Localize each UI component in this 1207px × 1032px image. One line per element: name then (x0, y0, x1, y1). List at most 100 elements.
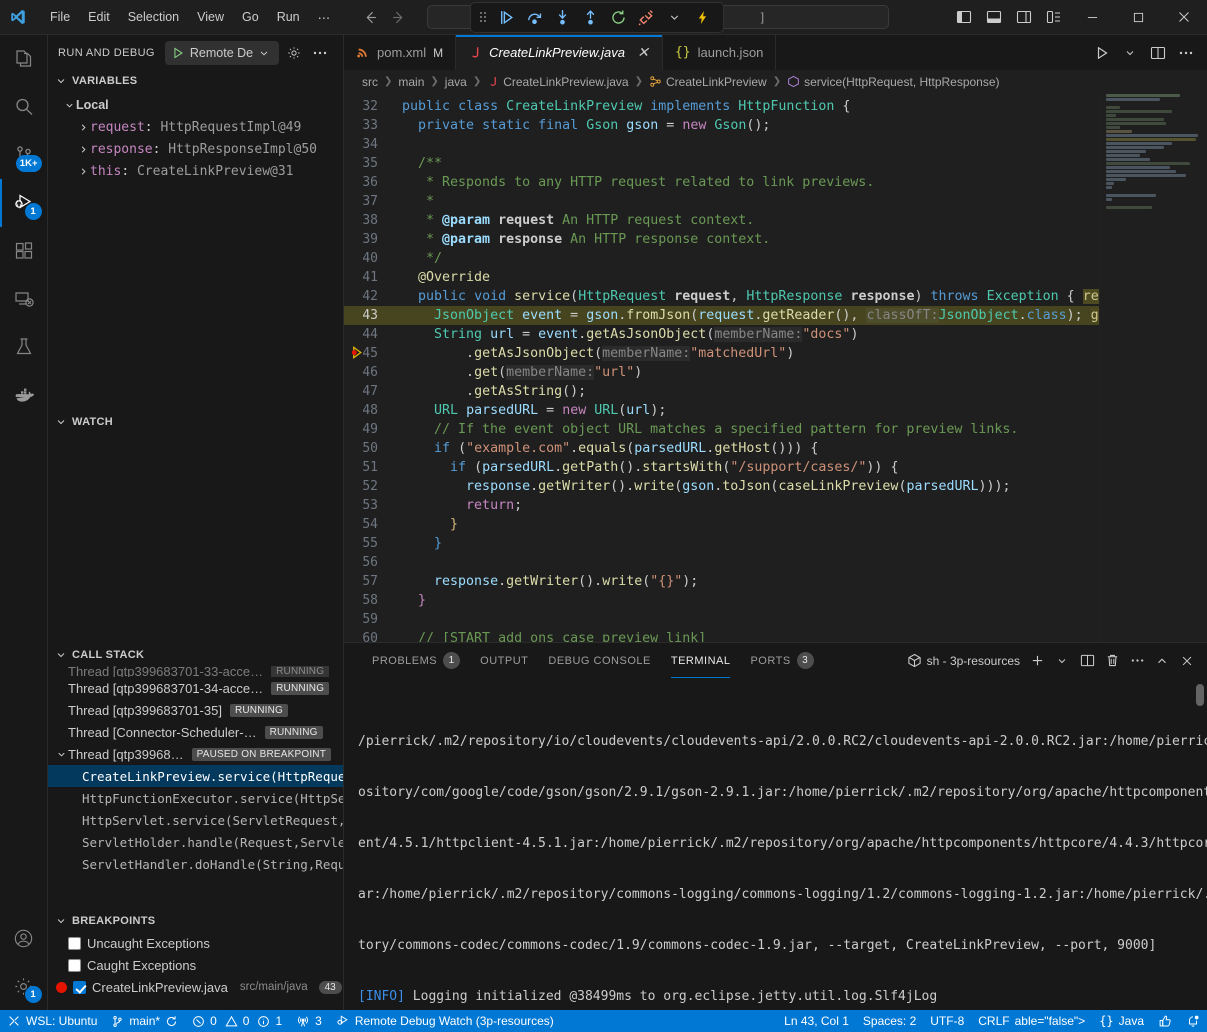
status-branch[interactable]: main* (104, 1010, 185, 1032)
breadcrumb-method[interactable]: service(HttpRequest, HttpResponse) (787, 75, 999, 89)
minimap[interactable] (1099, 93, 1207, 642)
tab-output[interactable]: OUTPUT (470, 643, 538, 678)
menu-run[interactable]: Run (268, 7, 309, 27)
breadcrumb-file[interactable]: CreateLinkPreview.java (487, 75, 628, 89)
breakpoint-row[interactable]: Uncaught Exceptions (48, 932, 343, 954)
tab-launch-json[interactable]: {} launch.json (663, 35, 776, 70)
menu-edit[interactable]: Edit (79, 7, 119, 27)
tab-problems[interactable]: PROBLEMS 1 (362, 643, 470, 678)
variable-row[interactable]: this : CreateLinkPreview@31 (48, 160, 343, 182)
disconnect-button[interactable] (633, 6, 659, 30)
drag-handle-icon[interactable] (479, 10, 489, 26)
close-panel-icon[interactable] (1175, 649, 1199, 673)
variable-row[interactable]: response : HttpResponseImpl@50 (48, 138, 343, 160)
toggle-secondary-sidebar-icon[interactable] (1009, 0, 1039, 35)
split-terminal-icon[interactable] (1075, 649, 1099, 673)
stack-frame[interactable]: HttpServlet.service(ServletRequest,S (48, 809, 343, 831)
sync-icon[interactable] (165, 1015, 178, 1028)
status-debug-session[interactable]: Remote Debug Watch (3p-resources) (329, 1010, 561, 1032)
code-editor[interactable]: 32public class CreateLinkPreview impleme… (344, 93, 1099, 642)
status-indentation[interactable]: Spaces: 2 (856, 1010, 923, 1032)
menu-go[interactable]: Go (233, 7, 268, 27)
call-stack-thread[interactable]: Thread [qtp399683701-33-acce… RUNNING (48, 666, 343, 677)
stack-frame[interactable]: ServletHolder.handle(Request,Servlet (48, 831, 343, 853)
breakpoint-checkbox[interactable] (68, 937, 81, 950)
toggle-panel-icon[interactable] (979, 0, 1009, 35)
section-variables-header[interactable]: VARIABLES (48, 70, 343, 92)
continue-button[interactable] (493, 6, 519, 30)
toggle-primary-sidebar-icon[interactable] (949, 0, 979, 35)
activity-testing[interactable] (0, 323, 48, 371)
breakpoint-row[interactable]: Caught Exceptions (48, 954, 343, 976)
stack-frame[interactable]: CreateLinkPreview.service(HttpReques (48, 765, 343, 787)
menu-view[interactable]: View (188, 7, 233, 27)
restart-button[interactable] (605, 6, 631, 30)
tab-createlinkpreview-java[interactable]: CreateLinkPreview.java ✕ (456, 35, 663, 70)
new-terminal-icon[interactable] (1025, 649, 1049, 673)
call-stack-thread[interactable]: Thread [Connector-Scheduler-… RUNNING (48, 721, 343, 743)
status-feedback[interactable] (1151, 1010, 1179, 1032)
step-over-button[interactable] (521, 6, 547, 30)
breakpoint-row[interactable]: CreateLinkPreview.java src/main/java 43 (48, 976, 343, 998)
run-button[interactable] (1089, 40, 1115, 66)
go-forward-icon[interactable] (385, 6, 411, 28)
terminal-profile-chevron-down-icon[interactable] (1050, 649, 1074, 673)
minimize-button[interactable] (1069, 0, 1115, 35)
menu-file[interactable]: File (41, 7, 79, 27)
breakpoint-checkbox[interactable] (73, 981, 86, 994)
stack-frame[interactable]: ServletHandler.doHandle(String,Reque (48, 853, 343, 875)
stack-frame[interactable]: HttpFunctionExecutor.service(HttpSer (48, 787, 343, 809)
status-problems[interactable]: 0 0 1 (185, 1010, 289, 1032)
activity-docker[interactable] (0, 371, 48, 419)
breadcrumb-src[interactable]: src (362, 75, 378, 89)
activity-accounts[interactable] (0, 914, 48, 962)
activity-manage-settings[interactable]: 1 (0, 962, 48, 1010)
activity-extensions[interactable] (0, 227, 48, 275)
status-remote-indicator[interactable]: WSL: Ubuntu (0, 1010, 104, 1032)
debug-more-chevron-down-icon[interactable] (661, 6, 687, 30)
maximize-panel-chevron-up-icon[interactable] (1150, 649, 1174, 673)
launch-config-selector[interactable]: Remote De (165, 41, 279, 65)
activity-source-control[interactable]: 1K+ (0, 131, 48, 179)
terminal-tab-name[interactable]: sh - 3p-resources (907, 653, 1020, 668)
go-back-icon[interactable] (357, 6, 383, 28)
breadcrumb-main[interactable]: main (398, 75, 424, 89)
customize-layout-icon[interactable] (1039, 0, 1069, 35)
call-stack-thread[interactable]: Thread [qtp399683701-34-acce… RUNNING (48, 677, 343, 699)
status-cursor-position[interactable]: Ln 43, Col 1 (777, 1010, 856, 1032)
status-encoding[interactable]: UTF-8 (923, 1010, 971, 1032)
editor-more-actions-icon[interactable] (1173, 40, 1199, 66)
activity-explorer[interactable] (0, 35, 48, 83)
open-launch-settings-gear-icon[interactable] (283, 42, 305, 64)
tab-close-icon[interactable]: ✕ (636, 44, 650, 61)
status-eol[interactable]: CRLFable="false"> (971, 1010, 1092, 1032)
maximize-button[interactable] (1115, 0, 1161, 35)
tab-terminal[interactable]: TERMINAL (661, 643, 741, 678)
variable-row[interactable]: request : HttpRequestImpl@49 (48, 116, 343, 138)
status-ports[interactable]: 3 (289, 1010, 329, 1032)
breakpoint-checkbox[interactable] (68, 959, 81, 972)
step-into-button[interactable] (549, 6, 575, 30)
tab-debug-console[interactable]: DEBUG CONSOLE (538, 643, 660, 678)
terminal-output[interactable]: /pierrick/.m2/repository/io/cloudevents/… (344, 678, 1207, 1010)
activity-remote-explorer[interactable] (0, 275, 48, 323)
run-options-chevron-down-icon[interactable] (1117, 40, 1143, 66)
call-stack-thread[interactable]: Thread [qtp399683701-35] RUNNING (48, 699, 343, 721)
status-language-mode[interactable]: {} Java (1092, 1010, 1151, 1032)
breadcrumb-class[interactable]: CreateLinkPreview (649, 75, 767, 89)
section-watch-header[interactable]: WATCH (48, 411, 343, 433)
terminal-scrollbar[interactable] (1196, 684, 1204, 706)
menu-selection[interactable]: Selection (119, 7, 188, 27)
breadcrumb-java[interactable]: java (445, 75, 467, 89)
kill-terminal-trash-icon[interactable] (1100, 649, 1124, 673)
split-editor-icon[interactable] (1145, 40, 1171, 66)
call-stack-thread-paused[interactable]: Thread [qtp39968… PAUSED ON BREAKPOINT (48, 743, 343, 765)
tab-ports[interactable]: PORTS 3 (740, 643, 823, 678)
section-breakpoints-header[interactable]: BREAKPOINTS (48, 910, 343, 932)
activity-run-and-debug[interactable]: 1 (0, 179, 48, 227)
activity-search[interactable] (0, 83, 48, 131)
tab-pom-xml[interactable]: pom.xml M (344, 35, 456, 70)
panel-more-actions-icon[interactable] (1125, 649, 1149, 673)
variables-scope-local[interactable]: Local (48, 94, 343, 116)
menu-more[interactable]: ⋯ (309, 7, 340, 28)
